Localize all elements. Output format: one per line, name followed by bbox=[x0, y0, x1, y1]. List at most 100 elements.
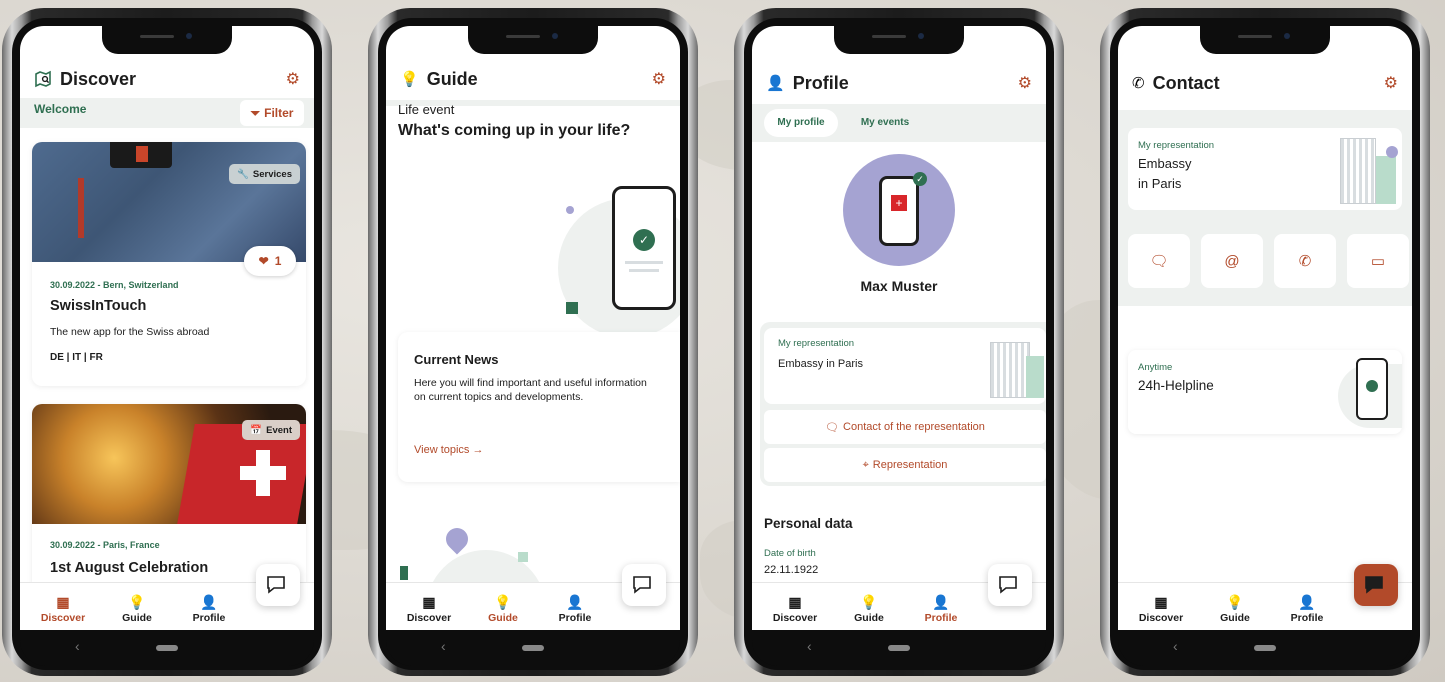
news-title: Current News bbox=[414, 352, 499, 367]
person-icon: 👤 bbox=[1298, 594, 1316, 610]
chat-fab-button[interactable] bbox=[988, 564, 1032, 606]
dob-label: Date of birth bbox=[764, 548, 816, 559]
tab-discover[interactable]: ▦ Discover bbox=[1130, 592, 1192, 624]
tab-discover[interactable]: ▦ Discover bbox=[764, 592, 826, 624]
chat-button[interactable]: 🗨 bbox=[1128, 234, 1190, 288]
tab-label: Guide bbox=[122, 612, 152, 624]
helpline-card[interactable]: Anytime 24h-Helpline bbox=[1128, 350, 1402, 434]
chat-icon: 🗨 bbox=[825, 421, 840, 434]
tab-discover[interactable]: ▦ Discover bbox=[32, 592, 94, 624]
settings-gear-icon[interactable]: ⚙ bbox=[652, 69, 666, 89]
contact-header: ✆ Contact ⚙ bbox=[1132, 70, 1398, 96]
filter-button[interactable]: ⏷ Filter bbox=[240, 100, 304, 126]
segment-my-profile[interactable]: My profile bbox=[764, 109, 838, 137]
filter-label: Filter bbox=[264, 106, 294, 120]
tab-profile[interactable]: 👤 Profile bbox=[1276, 592, 1338, 624]
current-news-card: Current News Here you will find importan… bbox=[398, 332, 680, 482]
representation-panel: My representation Embassy in Paris 🗨 Cont… bbox=[760, 322, 1046, 486]
settings-gear-icon[interactable]: ⚙ bbox=[286, 69, 300, 89]
chat-bubble-icon bbox=[633, 576, 651, 594]
representation-link[interactable]: ⌖ Representation bbox=[764, 448, 1046, 482]
page-title: Contact bbox=[1152, 72, 1220, 93]
phone-profile: 👤 Profile ⚙ My profile My events + ✓ Max… bbox=[734, 8, 1064, 676]
segment-my-events[interactable]: My events bbox=[848, 109, 922, 137]
tab-label: Profile bbox=[924, 612, 958, 624]
card-meta: 30.09.2022 - Paris, France bbox=[50, 540, 160, 550]
segment-bar: My profile My events bbox=[752, 104, 1046, 142]
person-icon: 👤 bbox=[200, 594, 218, 610]
helpline-label: Anytime bbox=[1138, 362, 1173, 373]
chat-icon: 🗨 bbox=[1149, 253, 1169, 270]
arrow-right-icon: → bbox=[472, 444, 484, 456]
news-text: Here you will find important and useful … bbox=[414, 377, 647, 404]
representation-card[interactable]: My representation Embassy in Paris bbox=[1128, 128, 1402, 210]
phone-icon: ✆ bbox=[1298, 253, 1312, 270]
tab-label: Discover bbox=[40, 612, 86, 624]
tab-guide[interactable]: 💡 Guide bbox=[838, 592, 900, 624]
email-button[interactable]: @ bbox=[1201, 234, 1263, 288]
checkmark-icon: ✓ bbox=[633, 229, 655, 251]
card-image-jeans bbox=[32, 142, 306, 262]
helpline-value: 24h-Helpline bbox=[1138, 378, 1214, 393]
discover-header: Discover ⚙ bbox=[34, 66, 300, 92]
category-badge: 🔧 Services bbox=[229, 164, 300, 184]
tab-discover[interactable]: ▦ Discover bbox=[398, 592, 460, 624]
tab-label: Discover bbox=[406, 612, 452, 624]
card-description: The new app for the Swiss abroad bbox=[50, 326, 210, 338]
at-icon: @ bbox=[1224, 252, 1240, 270]
phone-discover: Discover ⚙ Welcome ⏷ Filter 🔧 Services ❤ 1 … bbox=[2, 8, 332, 676]
contact-representation-link[interactable]: 🗨 Contact of the representation bbox=[764, 410, 1046, 444]
chat-bubble-icon bbox=[267, 576, 285, 594]
tab-guide[interactable]: 💡 Guide bbox=[472, 592, 534, 624]
tab-profile[interactable]: 👤 Profile bbox=[544, 592, 606, 624]
phone-contact: ✆ Contact ⚙ My representation Embassy in… bbox=[1100, 8, 1430, 676]
card-title: SwissInTouch bbox=[50, 298, 147, 314]
call-button[interactable]: ✆ bbox=[1274, 234, 1336, 288]
view-topics-link[interactable]: View topics → bbox=[414, 444, 484, 456]
tab-guide[interactable]: 💡 Guide bbox=[1204, 592, 1266, 624]
lightbulb-icon: 💡 bbox=[494, 594, 512, 610]
discover-icon: ▦ bbox=[422, 594, 436, 610]
discover-icon: ▦ bbox=[788, 594, 802, 610]
guide-headline: What's coming up in your life? bbox=[398, 122, 631, 139]
tab-guide[interactable]: 💡 Guide bbox=[106, 592, 168, 624]
rep-value: Embassy in Paris bbox=[778, 358, 863, 370]
lightbulb-icon: 💡 bbox=[400, 71, 419, 88]
page-title: Guide bbox=[426, 68, 478, 89]
personal-data-heading: Personal data bbox=[764, 516, 853, 531]
swiss-cross-icon: + bbox=[891, 195, 907, 211]
settings-gear-icon[interactable]: ⚙ bbox=[1018, 73, 1032, 93]
link-label: Representation bbox=[872, 459, 948, 471]
tab-label: Discover bbox=[772, 612, 818, 624]
tab-label: Profile bbox=[1290, 612, 1324, 624]
discover-icon: ▦ bbox=[56, 594, 70, 610]
chat-fab-button[interactable] bbox=[1354, 564, 1398, 606]
representation-card[interactable]: My representation Embassy in Paris bbox=[764, 328, 1046, 404]
phone-guide: 💡 Guide ⚙ Life event What's coming up in… bbox=[368, 8, 698, 676]
tab-profile[interactable]: 👤 Profile bbox=[178, 592, 240, 624]
tab-label: Profile bbox=[192, 612, 226, 624]
badge-label: Event bbox=[266, 424, 292, 436]
tab-label: Guide bbox=[854, 612, 884, 624]
rep-label: My representation bbox=[778, 338, 855, 349]
life-event-label: Life event bbox=[398, 102, 455, 117]
guide-screen: 💡 Guide ⚙ Life event What's coming up in… bbox=[386, 26, 680, 640]
rep-value-line1: Embassy bbox=[1138, 156, 1192, 171]
chat-fab-button[interactable] bbox=[256, 564, 300, 606]
embassy-building-icon bbox=[1340, 138, 1376, 204]
news-card-swissintouch[interactable]: 🔧 Services ❤ 1 30.09.2022 - Bern, Switzerl… bbox=[32, 142, 306, 386]
person-icon: 👤 bbox=[566, 594, 584, 610]
settings-gear-icon[interactable]: ⚙ bbox=[1384, 73, 1398, 93]
calendar-icon: 📅 bbox=[250, 424, 263, 436]
heart-icon: ❤ bbox=[258, 254, 269, 268]
like-button[interactable]: ❤ 1 bbox=[244, 246, 296, 276]
person-icon: 👤 bbox=[766, 75, 785, 92]
rep-value-line2: in Paris bbox=[1138, 176, 1182, 191]
appointment-button[interactable]: ▭ bbox=[1347, 234, 1409, 288]
location-pin-icon: ⌖ bbox=[862, 458, 869, 471]
embassy-building-icon bbox=[990, 342, 1030, 398]
wrench-icon: 🔧 bbox=[237, 168, 249, 180]
chat-bubble-icon bbox=[1365, 576, 1383, 594]
tab-profile[interactable]: 👤 Profile bbox=[910, 592, 972, 624]
chat-fab-button[interactable] bbox=[622, 564, 666, 606]
